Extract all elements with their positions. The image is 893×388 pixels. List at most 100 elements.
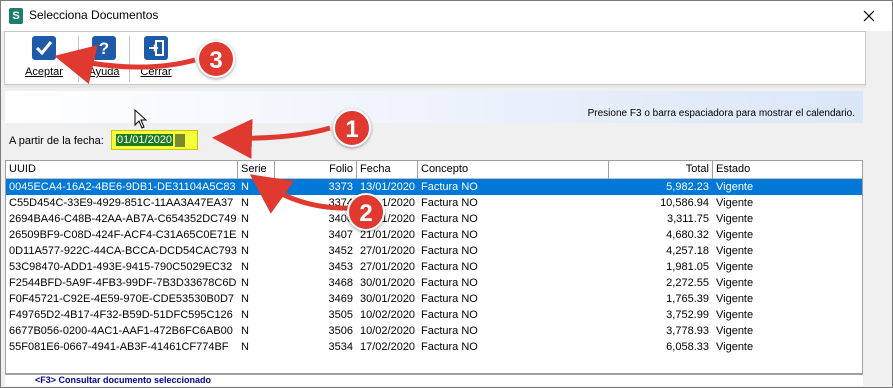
cell-fecha: 30/01/2020: [360, 293, 416, 305]
date-filter-input[interactable]: 01/01/2020: [111, 130, 198, 150]
help-icon: ?: [92, 36, 116, 60]
cell-uuid: 6677B056-0200-4AC1-AAF1-472B6FC6AB00: [9, 325, 233, 337]
cell-total: 5,982.23: [666, 181, 709, 193]
cell-estado: Vigente: [716, 261, 754, 273]
exit-door-icon: [144, 36, 168, 60]
cell-total: 1,981.05: [666, 261, 709, 273]
table-row[interactable]: 2694BA46-C48B-42AA-AB7A-C654352DC749 N 340…: [6, 211, 862, 227]
help-label: Ayuda: [88, 66, 120, 78]
close-window-button[interactable]: [846, 1, 892, 31]
table-row[interactable]: C55D454C-33E9-4929-851C-11AA3A47EA37 N 337…: [6, 195, 862, 211]
cell-fecha: 17/02/2020: [360, 341, 416, 353]
cell-concepto: Factura NO: [421, 325, 478, 337]
documents-table[interactable]: UUID Serie Folio Fecha Concepto Total Es…: [5, 160, 863, 374]
table-row[interactable]: 26509BF9-C08D-424F-ACF4-C31A65C0E71E N 340…: [6, 227, 862, 243]
help-button[interactable]: ? Ayuda: [83, 36, 125, 82]
cell-total: 3,311.75: [666, 213, 709, 225]
app-icon: S: [9, 8, 23, 24]
cell-concepto: Factura NO: [421, 229, 478, 241]
svg-text:?: ?: [99, 39, 109, 58]
cell-fecha: 27/01/2020: [360, 245, 416, 257]
table-row[interactable]: 0045ECA4-16A2-4BE6-9DB1-DE31104A5C83 N 337…: [6, 179, 862, 195]
cell-uuid: 55F081E6-0667-4941-AB3F-41461CF774BF: [9, 341, 229, 353]
cell-uuid: F2544BFD-5A9F-4FB3-99DF-7B3D33678C6D: [9, 277, 237, 289]
column-header-estado[interactable]: Estado: [713, 161, 862, 179]
calendar-hint: Presione F3 o barra espaciadora para mos…: [587, 108, 855, 119]
annotation-badge-1: 1: [333, 109, 371, 147]
toolbar-divider: [4, 85, 866, 88]
cell-folio: 3373: [328, 181, 353, 193]
cell-estado: Vigente: [716, 213, 754, 225]
cell-folio: 3452: [328, 245, 353, 257]
text-caret: [175, 134, 185, 147]
cell-total: 6,058.33: [666, 341, 709, 353]
cell-fecha: 10/02/2020: [360, 325, 416, 337]
cell-total: 3,752.99: [666, 309, 709, 321]
cell-estado: Vigente: [716, 197, 754, 209]
dialog-window: S Selecciona Documentos Aceptar ? Ayuda: [0, 0, 893, 388]
cell-total: 1,765.39: [666, 293, 709, 305]
cell-uuid: 2694BA46-C48B-42AA-AB7A-C654352DC749: [9, 213, 237, 225]
cell-serie: N: [241, 309, 249, 321]
table-row[interactable]: 53C98470-ADD1-493E-9415-790C5029EC32 N 345…: [6, 259, 862, 275]
cell-estado: Vigente: [716, 181, 754, 193]
cell-estado: Vigente: [716, 277, 754, 289]
cell-folio: 3534: [328, 341, 353, 353]
cell-estado: Vigente: [716, 293, 754, 305]
cell-folio: 3468: [328, 277, 353, 289]
cell-fecha: 30/01/2020: [360, 277, 416, 289]
cell-estado: Vigente: [716, 341, 754, 353]
column-header-fecha[interactable]: Fecha: [357, 161, 418, 179]
cell-folio: 3469: [328, 293, 353, 305]
table-row[interactable]: 6677B056-0200-4AC1-AAF1-472B6FC6AB00 N 350…: [6, 323, 862, 339]
window-title: Selecciona Documentos: [29, 8, 159, 22]
cell-estado: Vigente: [716, 245, 754, 257]
checkmark-icon: [32, 36, 56, 60]
cell-serie: N: [241, 197, 249, 209]
cell-folio: 3406: [328, 213, 353, 225]
table-row[interactable]: 0D11A577-922C-44CA-BCCA-DCD54CAC7937 N 345…: [6, 243, 862, 259]
column-header-folio[interactable]: Folio: [275, 161, 357, 179]
cell-concepto: Factura NO: [421, 293, 478, 305]
column-header-serie[interactable]: Serie: [238, 161, 275, 179]
toolbar-separator: [78, 36, 79, 82]
close-button[interactable]: Cerrar: [135, 36, 177, 82]
cell-concepto: Factura NO: [421, 341, 478, 353]
cell-uuid: F0F45721-C92E-4E59-970E-CDE53530B0D7: [9, 293, 235, 305]
cell-uuid: 26509BF9-C08D-424F-ACF4-C31A65C0E71E: [9, 229, 237, 241]
toolbar-separator: [129, 36, 130, 82]
table-row[interactable]: 55F081E6-0667-4941-AB3F-41461CF774BF N 353…: [6, 339, 862, 355]
cell-concepto: Factura NO: [421, 309, 478, 321]
close-icon: [863, 10, 875, 22]
cell-concepto: Factura NO: [421, 213, 478, 225]
title-bar: S Selecciona Documentos: [1, 1, 892, 31]
column-header-total[interactable]: Total: [609, 161, 713, 179]
cell-folio: 3505: [328, 309, 353, 321]
cell-serie: N: [241, 293, 249, 305]
cell-uuid: F49765D2-4B17-4F32-B59D-51DFC595C126: [9, 309, 233, 321]
cell-estado: Vigente: [716, 309, 754, 321]
cell-estado: Vigente: [716, 229, 754, 241]
status-bar: <F3> Consultar documento seleccionado: [5, 374, 863, 386]
cell-serie: N: [241, 341, 249, 353]
annotation-badge-3: 3: [197, 40, 235, 78]
cell-total: 3,778.93: [666, 325, 709, 337]
table-body: 0045ECA4-16A2-4BE6-9DB1-DE31104A5C83 N 337…: [6, 179, 862, 355]
cell-total: 2,272.55: [666, 277, 709, 289]
column-header-concepto[interactable]: Concepto: [418, 161, 609, 179]
cell-concepto: Factura NO: [421, 197, 478, 209]
date-filter-value: 01/01/2020: [116, 134, 174, 146]
toolbar: Aceptar ? Ayuda Cerrar: [4, 31, 866, 85]
table-row[interactable]: F2544BFD-5A9F-4FB3-99DF-7B3D33678C6D N 346…: [6, 275, 862, 291]
close-label: Cerrar: [140, 66, 172, 78]
cell-serie: N: [241, 181, 249, 193]
column-header-uuid[interactable]: UUID: [6, 161, 238, 179]
annotation-badge-2: 2: [347, 193, 385, 231]
cell-folio: 3506: [328, 325, 353, 337]
table-row[interactable]: F0F45721-C92E-4E59-970E-CDE53530B0D7 N 346…: [6, 291, 862, 307]
accept-button[interactable]: Aceptar: [23, 36, 65, 82]
cell-folio: 3453: [328, 261, 353, 273]
cell-uuid: 53C98470-ADD1-493E-9415-790C5029EC32: [9, 261, 233, 273]
table-row[interactable]: F49765D2-4B17-4F32-B59D-51DFC595C126 N 350…: [6, 307, 862, 323]
cell-fecha: 10/02/2020: [360, 309, 416, 321]
